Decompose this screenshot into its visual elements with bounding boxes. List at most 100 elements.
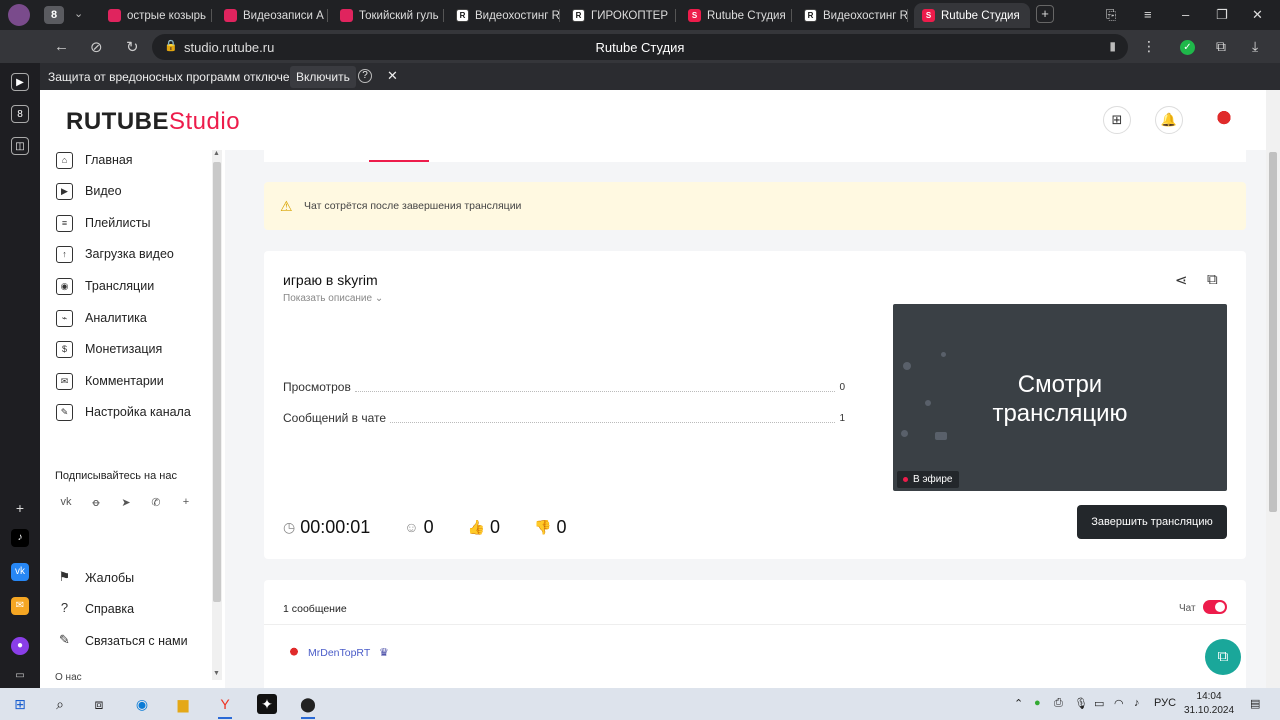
- support-chat-button[interactable]: ⧉: [1205, 639, 1241, 675]
- chat-user-avatar[interactable]: [287, 646, 301, 660]
- task-view-icon[interactable]: ⧈: [89, 694, 109, 714]
- bookmarks-icon[interactable]: ⎘: [1106, 7, 1116, 23]
- tab-group-counter[interactable]: 8: [44, 6, 64, 24]
- obs-icon[interactable]: ⬤: [298, 694, 318, 719]
- bookmark-icon[interactable]: ▮: [1109, 39, 1116, 53]
- panel-screenshot-icon[interactable]: ◫: [11, 137, 29, 155]
- tray-chevron-icon[interactable]: ⌃: [1014, 697, 1023, 710]
- language-indicator[interactable]: РУС: [1154, 697, 1176, 709]
- tiktok-icon[interactable]: ♪: [11, 529, 29, 547]
- browser-tab[interactable]: острые козырь: [100, 3, 212, 28]
- sidebar-item-monetization[interactable]: $ Монетизация: [56, 339, 162, 359]
- restore-icon[interactable]: ❐: [1216, 7, 1228, 23]
- sidebar-item-label: Главная: [85, 153, 133, 167]
- sidebar-item-complaints[interactable]: ⚑ Жалобы: [56, 568, 135, 588]
- tray-app-icon[interactable]: ●: [1034, 697, 1041, 709]
- question-icon[interactable]: ?: [358, 69, 372, 83]
- share-icon[interactable]: ⋖: [1175, 271, 1188, 289]
- tray-volume-icon[interactable]: ♪: [1134, 697, 1140, 709]
- sidebar-scrollbar[interactable]: ▲ ▼: [212, 150, 222, 680]
- infobar-close-icon[interactable]: ✕: [387, 68, 398, 84]
- tab-list-chevron-icon[interactable]: ⌄: [74, 7, 83, 20]
- page-scrollbar[interactable]: [1266, 90, 1280, 688]
- windows-start-icon[interactable]: ⊞: [10, 694, 30, 714]
- open-external-icon[interactable]: ⧉: [1207, 271, 1218, 288]
- tray-battery-icon[interactable]: ▭: [1094, 697, 1104, 710]
- add-panel-icon[interactable]: +: [11, 499, 29, 517]
- rutube-studio-logo[interactable]: RUTUBEStudio: [66, 108, 240, 136]
- play-icon[interactable]: ▶: [11, 73, 29, 91]
- sidebar-item-label: Комментарии: [85, 374, 164, 388]
- stream-preview[interactable]: Смотри трансляцию В эфире: [893, 304, 1227, 491]
- add-content-button[interactable]: ⊞: [1103, 106, 1131, 134]
- browser-tab-active[interactable]: S Rutube Студия ×: [914, 3, 1030, 28]
- reload-icon[interactable]: ↻: [126, 38, 139, 56]
- notifications-bell-icon[interactable]: 🔔: [1155, 106, 1183, 134]
- end-stream-button[interactable]: Завершить трансляцию: [1077, 505, 1227, 539]
- panel-layout-icon[interactable]: ▭: [11, 667, 29, 685]
- scroll-down-icon[interactable]: ▼: [213, 670, 220, 677]
- chat-username[interactable]: MrDenTopRT: [308, 647, 370, 659]
- browser-tab[interactable]: R Видеохостинг R: [448, 3, 560, 28]
- vk-icon[interactable]: vk: [11, 563, 29, 581]
- browser-profile-icon[interactable]: [8, 3, 30, 27]
- clock[interactable]: 14:04 31.10.2024: [1184, 690, 1234, 718]
- edge-icon[interactable]: ◉: [132, 694, 152, 714]
- sidebar-item-playlists[interactable]: ≡ Плейлисты: [56, 213, 150, 233]
- new-tab-button[interactable]: +: [1036, 5, 1054, 23]
- sidebar-item-label: Видео: [85, 184, 122, 198]
- panel-8-icon[interactable]: 8: [11, 105, 29, 123]
- extension-check-icon[interactable]: ✓: [1180, 40, 1195, 55]
- more-social-icon[interactable]: +: [178, 496, 194, 512]
- ok-icon[interactable]: ꝋ: [88, 496, 104, 512]
- tray-usb-icon[interactable]: ⎙: [1054, 697, 1063, 710]
- telegram-icon[interactable]: ➤: [118, 496, 134, 512]
- show-description-toggle[interactable]: Показать описание ⌄: [283, 293, 383, 304]
- infobar-enable-button[interactable]: Включить: [290, 66, 356, 88]
- tray-mic-icon[interactable]: 🎙: [1074, 697, 1088, 710]
- protect-icon[interactable]: ⊘: [90, 38, 103, 56]
- more-icon[interactable]: ⋮: [1142, 38, 1156, 55]
- browser-tab[interactable]: Видеозаписи А: [216, 3, 328, 28]
- sidebar-item-home[interactable]: ⌂ Главная: [56, 150, 133, 170]
- sidebar-item-broadcasts[interactable]: ◉ Трансляции: [56, 276, 154, 296]
- back-icon[interactable]: ←: [54, 38, 69, 55]
- mail-icon[interactable]: ✉: [11, 597, 29, 615]
- extensions-icon[interactable]: ⧉: [1216, 38, 1226, 55]
- notification-center-icon[interactable]: ▤: [1250, 697, 1260, 710]
- browser-tab[interactable]: R Видеохостинг R: [796, 3, 908, 28]
- sidebar-item-channel-settings[interactable]: ✎ Настройка канала: [56, 402, 191, 422]
- minimize-icon[interactable]: –: [1182, 7, 1189, 22]
- vk-icon[interactable]: vk: [58, 496, 74, 512]
- alice-icon[interactable]: ●: [11, 637, 29, 655]
- page-scrollbar-thumb[interactable]: [1269, 152, 1277, 512]
- sidebar-item-contact[interactable]: ✎ Связаться с нами: [56, 631, 188, 651]
- sidebar-item-upload[interactable]: ↑ Загрузка видео: [56, 244, 174, 264]
- sidebar-item-analytics[interactable]: ⌁ Аналитика: [56, 308, 147, 328]
- sidebar-item-video[interactable]: ▶ Видео: [56, 181, 122, 201]
- browser-tab[interactable]: Токийский гуль: [332, 3, 444, 28]
- chat-toggle[interactable]: [1203, 600, 1227, 614]
- game-app-icon[interactable]: ✦: [257, 694, 277, 714]
- menu-icon[interactable]: ≡: [1144, 7, 1152, 22]
- user-avatar[interactable]: [1212, 108, 1236, 132]
- scrollbar-thumb[interactable]: [213, 162, 221, 602]
- about-link[interactable]: О нас: [55, 672, 82, 683]
- yandex-browser-icon[interactable]: Y: [215, 694, 235, 719]
- viber-icon[interactable]: ✆: [148, 496, 164, 512]
- studio-header: RUTUBEStudio ⊞ 🔔: [40, 90, 1266, 150]
- chat-toggle-label: Чат: [1179, 603, 1196, 614]
- scroll-up-icon[interactable]: ▲: [213, 150, 220, 157]
- search-icon[interactable]: ⌕: [50, 694, 70, 714]
- downloads-icon[interactable]: ⤓: [1252, 38, 1258, 55]
- browser-tab[interactable]: S Rutube Студия: [680, 3, 792, 28]
- url-field[interactable]: 🔒 studio.rutube.ru Rutube Студия ▮: [152, 34, 1128, 60]
- file-explorer-icon[interactable]: ▆: [173, 694, 193, 714]
- browser-tab[interactable]: R ГИРОКОПТЕР: [564, 3, 676, 28]
- warning-icon: ⚠: [280, 198, 293, 214]
- tab-label: Токийский гуль: [359, 9, 439, 22]
- window-close-icon[interactable]: ✕: [1252, 7, 1263, 23]
- tray-wifi-icon[interactable]: ◠: [1114, 697, 1124, 710]
- sidebar-item-comments[interactable]: ✉ Комментарии: [56, 371, 164, 391]
- sidebar-item-help[interactable]: ? Справка: [56, 599, 134, 619]
